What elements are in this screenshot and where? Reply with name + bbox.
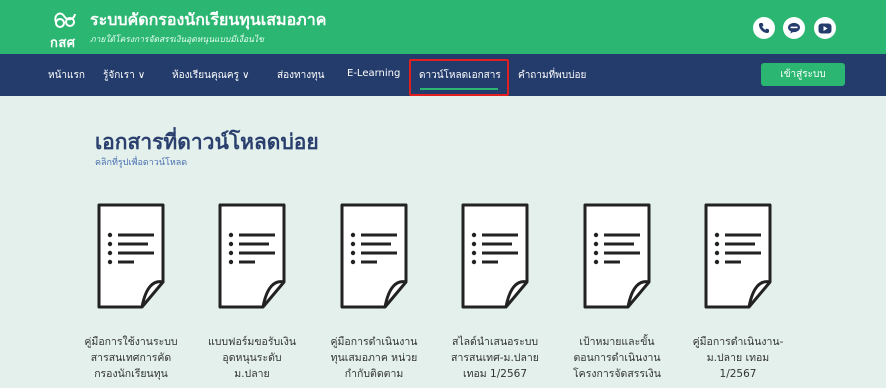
nav-elearning[interactable]: E-Learning bbox=[347, 68, 400, 79]
document-label-line: คู่มือการดำเนินงาน- bbox=[692, 336, 784, 348]
document-icon[interactable] bbox=[460, 202, 530, 310]
document-label-line: แบบฟอร์มขอรับเงิน bbox=[207, 336, 297, 348]
page-subtitle: คลิกที่รูปเพื่อดาวน์โหลด bbox=[95, 158, 188, 168]
document-label-line: ทุนเสมอภาค หน่วย bbox=[330, 352, 418, 364]
nav-scholarship[interactable]: ส่องทางทุน bbox=[277, 68, 325, 83]
document-icon[interactable] bbox=[217, 202, 287, 310]
document-label-line: เทอม 1/2567 bbox=[462, 368, 527, 380]
nav-about[interactable]: รู้จักเรา ∨ bbox=[103, 68, 145, 83]
document-label[interactable]: เป้าหมายและขั้นตอนการดำเนินงานโครงการจัด… bbox=[552, 334, 682, 382]
logo[interactable]: กสศ bbox=[50, 8, 80, 51]
youtube-icon[interactable] bbox=[814, 17, 836, 39]
document-label-line: โครงการจัดสรรเงิน bbox=[573, 368, 661, 380]
nav-active-underline bbox=[420, 88, 498, 90]
document-label[interactable]: คู่มือการดำเนินงาน- ม.ปลาย เทอม 1/2567 bbox=[673, 334, 803, 382]
document-icon[interactable] bbox=[582, 202, 652, 310]
document-label-line: สารสนเทศ-ม.ปลาย bbox=[451, 352, 539, 364]
document-label-line: กรองนักเรียนทุน bbox=[94, 368, 168, 380]
login-button[interactable]: เข้าสู่ระบบ bbox=[761, 63, 845, 86]
logo-mark-icon bbox=[54, 12, 76, 28]
document-label[interactable]: สไลด์นำเสนอระบบสารสนเทศ-ม.ปลายเทอม 1/256… bbox=[430, 334, 560, 382]
site-title: ระบบคัดกรองนักเรียนทุนเสมอภาค bbox=[90, 10, 327, 29]
site-subtitle: ภายใต้โครงการจัดสรรเงินอุดหนุนแบบมีเงื่อ… bbox=[90, 35, 264, 45]
document-label[interactable]: คู่มือการใช้งานระบบสารสนเทศการคัดกรองนัก… bbox=[66, 334, 196, 382]
document-label[interactable]: คู่มือการดำเนินงานทุนเสมอภาค หน่วยกำกับต… bbox=[309, 334, 439, 382]
nav-home[interactable]: หน้าแรก bbox=[48, 68, 85, 83]
nav-teacher-room[interactable]: ห้องเรียนคุณครู ∨ bbox=[172, 68, 250, 83]
document-label-line: สารสนเทศการคัด bbox=[90, 352, 172, 364]
nav-faq[interactable]: คำถามที่พบบ่อย bbox=[518, 68, 586, 83]
document-label-line: คู่มือการดำเนินงาน bbox=[330, 336, 418, 348]
document-label-line: ม.ปลาย เทอม bbox=[706, 352, 770, 364]
line-icon[interactable] bbox=[783, 17, 805, 39]
document-label-line: เป้าหมายและขั้น bbox=[579, 336, 655, 348]
document-label-line: 1/2567 bbox=[719, 368, 757, 380]
logo-text: กสศ bbox=[50, 36, 76, 51]
phone-icon[interactable] bbox=[753, 17, 775, 39]
document-icon[interactable] bbox=[339, 202, 409, 310]
document-label[interactable]: แบบฟอร์มขอรับเงินอุดหนุนระดับม.ปลาย bbox=[187, 334, 317, 382]
document-label-line: อุดหนุนระดับ bbox=[222, 352, 282, 364]
document-icon[interactable] bbox=[703, 202, 773, 310]
document-label-line: คู่มือการใช้งานระบบ bbox=[84, 336, 178, 348]
document-label-line: ม.ปลาย bbox=[234, 368, 270, 380]
document-icon[interactable] bbox=[96, 202, 166, 310]
nav-active-highlight bbox=[409, 59, 509, 96]
document-label-line: กำกับติดตาม bbox=[344, 368, 404, 380]
document-label-line: สไลด์นำเสนอระบบ bbox=[451, 336, 539, 348]
document-label-line: ตอนการดำเนินงาน bbox=[573, 352, 661, 364]
